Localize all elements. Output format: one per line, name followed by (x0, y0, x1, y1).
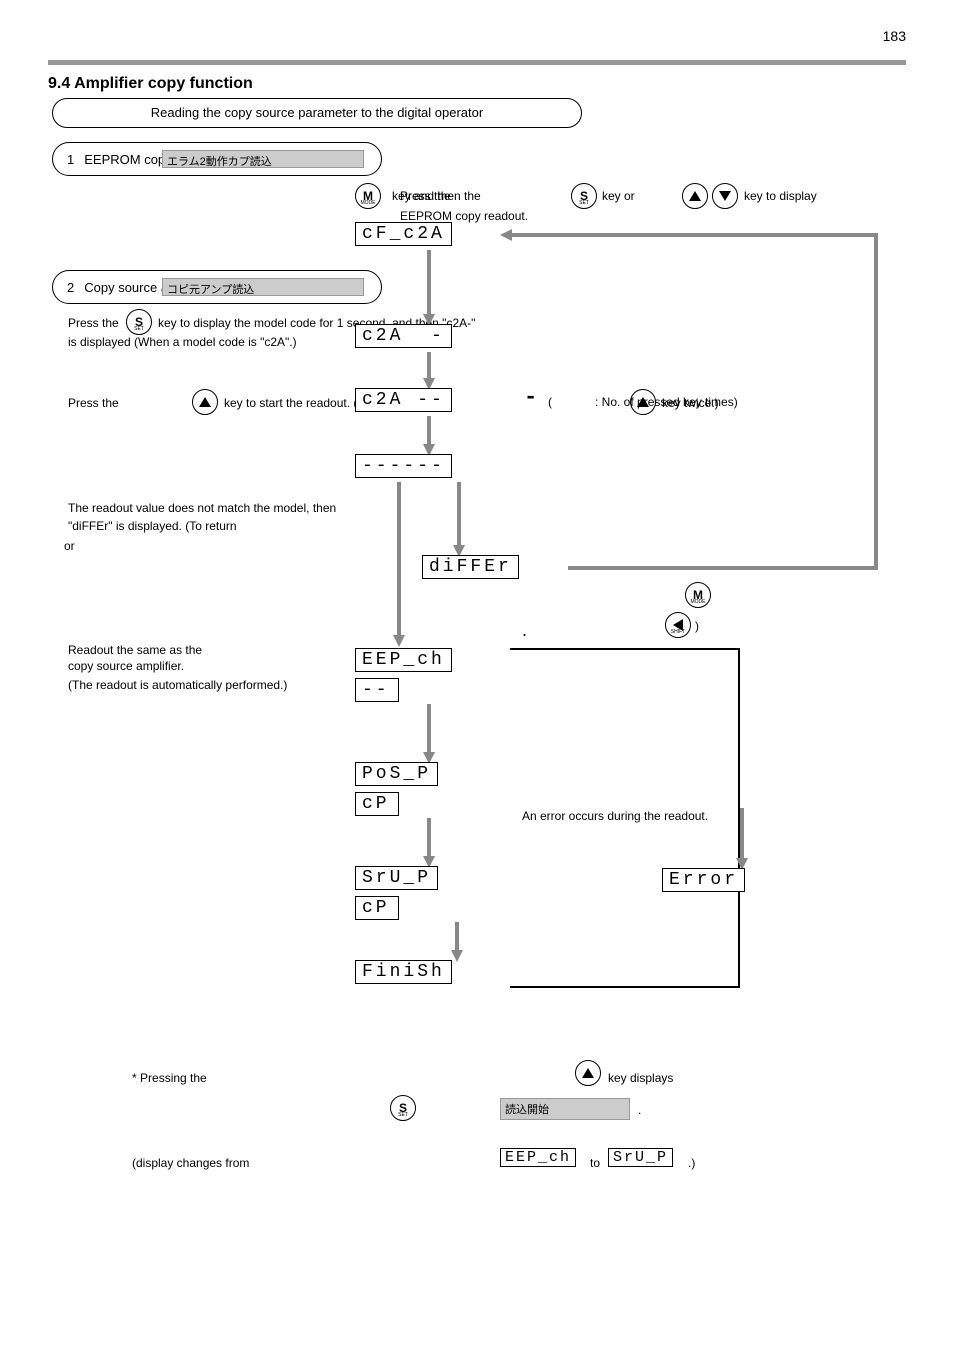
mode-key-icon-2: MMODE (685, 582, 711, 608)
step1-text-d: key to display (744, 188, 817, 204)
arrow6-head (451, 950, 463, 962)
error-label: An error occurs during the readout. (522, 808, 708, 824)
legend-box: Reading the copy source parameter to the… (52, 98, 582, 128)
shift-left-icon: SHIFT (665, 612, 691, 638)
up-key-icon-4 (575, 1060, 601, 1086)
step2-text-a: Press the (68, 315, 119, 331)
bottom2-b: to (590, 1155, 600, 1171)
lcd-error: Error (662, 868, 745, 892)
set-key-icon: SSET (571, 183, 597, 209)
step2-shade: コピ元アンプ読込 (162, 278, 364, 296)
bottom-text-c: . (638, 1102, 641, 1118)
set-key-icon-2: SSET (126, 309, 152, 335)
readout-label2: copy source amplifier. (68, 658, 184, 674)
up-key-icon (682, 183, 708, 209)
arrow1 (427, 250, 431, 316)
bottom2-c: .) (688, 1155, 695, 1171)
arrow-left-branch (397, 482, 401, 637)
lcd-differ: diFFEr (422, 555, 519, 579)
step2-text-d: Press the (68, 395, 119, 411)
step2-text-b: key to display the model code for 1 seco… (158, 315, 898, 331)
loop-h2 (510, 233, 878, 237)
set-key-icon-3: SSET (390, 1095, 416, 1121)
arrow3 (427, 416, 431, 446)
lcd-sru-p-small: SrU_P (608, 1148, 673, 1167)
lcd-finish: FiniSh (355, 960, 452, 984)
lcd-cp2: cP (355, 896, 399, 920)
lcd-cf-c2a: cF_c2A (355, 222, 452, 246)
period-marker: . (522, 618, 527, 642)
arrow4 (427, 704, 431, 754)
page-number: 183 (883, 28, 906, 44)
arrow-note2: : No. of pressed key times) (595, 394, 738, 410)
step2-text-c: is displayed (When a model code is "c2A"… (68, 334, 297, 350)
start-box: 読込開始 (500, 1098, 630, 1120)
loop-v (874, 233, 878, 570)
loop-h1 (568, 566, 878, 570)
bottom-text-b: key displays (608, 1070, 673, 1086)
readout-label1: Readout the same as the (68, 642, 202, 658)
text-or: or (64, 538, 75, 554)
lcd-eep-ch-small: EEP_ch (500, 1148, 576, 1167)
step1-num: 1 (67, 152, 74, 167)
text-differ: "diFFEr" is displayed. (To return (68, 518, 237, 534)
lcd-c2a2: c2A -- (355, 388, 452, 412)
bottom-text-a: * Pressing the (132, 1070, 207, 1086)
step1-text-b: key and then the (392, 188, 481, 204)
step1-shade: エラム2動作カプ読込 (162, 150, 364, 168)
arrow-note: ( (548, 394, 552, 410)
text-before-readout: The readout value does not match the mod… (68, 500, 348, 516)
step2-num: 2 (67, 280, 74, 295)
header-rule (48, 60, 906, 65)
bottom2-a: (display changes from (132, 1155, 249, 1171)
lcd-dash2: -- (355, 678, 399, 702)
step1-text-c: key or (602, 188, 635, 204)
down-key-icon (712, 183, 738, 209)
readout-note: (The readout is automatically performed.… (68, 677, 287, 693)
lcd-eep-ch: EEP_ch (355, 648, 452, 672)
mode-key-icon: MMODE (355, 183, 381, 209)
arrow6 (455, 922, 459, 952)
lcd-sru-p: SrU_P (355, 866, 438, 890)
arrow-error (740, 808, 744, 860)
up-key-icon-2 (192, 389, 218, 415)
arrow5 (427, 818, 431, 858)
lcd-c2a1: c2A - (355, 324, 452, 348)
lcd-cp1: cP (355, 792, 399, 816)
arrow-left-branch-head (393, 635, 405, 647)
close-paren: ) (695, 618, 699, 634)
lcd-pos-p: PoS_P (355, 762, 438, 786)
arrow2 (427, 352, 431, 380)
arrow-right-branch (457, 482, 461, 547)
section-title: 9.4 Amplifier copy function (48, 75, 253, 93)
lcd-dashes: ------ (355, 454, 452, 478)
loop-head (500, 229, 512, 241)
extending-dash: - (524, 385, 537, 410)
